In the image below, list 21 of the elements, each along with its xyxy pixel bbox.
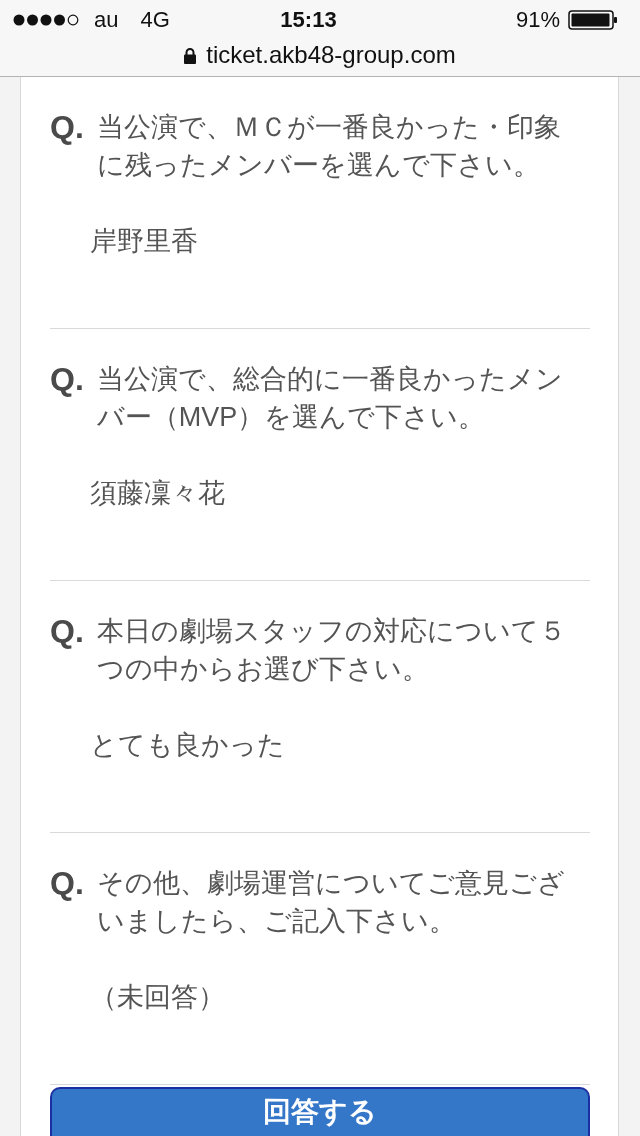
question-text: 当公演で、ＭＣが一番良かった・印象に残ったメンバーを選んで下さい。 xyxy=(96,111,562,182)
question-text: その他、劇場運営についてご意見ございましたら、ご記入下さい。 xyxy=(96,867,566,938)
battery-icon xyxy=(568,9,618,30)
answer-text: （未回答） xyxy=(90,981,225,1014)
time-label: 15:13 xyxy=(280,6,337,33)
question-marker: Q. xyxy=(50,108,84,146)
question-marker: Q. xyxy=(50,864,84,902)
network-label: 4G xyxy=(140,6,170,33)
submit-button[interactable]: 回答する xyxy=(50,1087,590,1136)
answer-text: とても良かった xyxy=(90,729,285,762)
question-marker: Q. xyxy=(50,612,84,650)
question-text: 当公演で、総合的に一番良かったメンバー（MVP）を選んで下さい。 xyxy=(96,363,564,434)
battery-percentage: 91% xyxy=(515,6,560,33)
signal-icon xyxy=(13,13,79,26)
question-marker: Q. xyxy=(50,360,84,398)
question-text: 本日の劇場スタッフの対応について５つの中からお選び下さい。 xyxy=(96,615,567,686)
url-text: ticket.akb48-group.com xyxy=(206,41,456,69)
answer-text: 岸野里香 xyxy=(90,225,198,258)
carrier-label: au xyxy=(94,6,119,33)
answer-text: 須藤凜々花 xyxy=(90,477,225,510)
lock-icon xyxy=(184,46,197,64)
